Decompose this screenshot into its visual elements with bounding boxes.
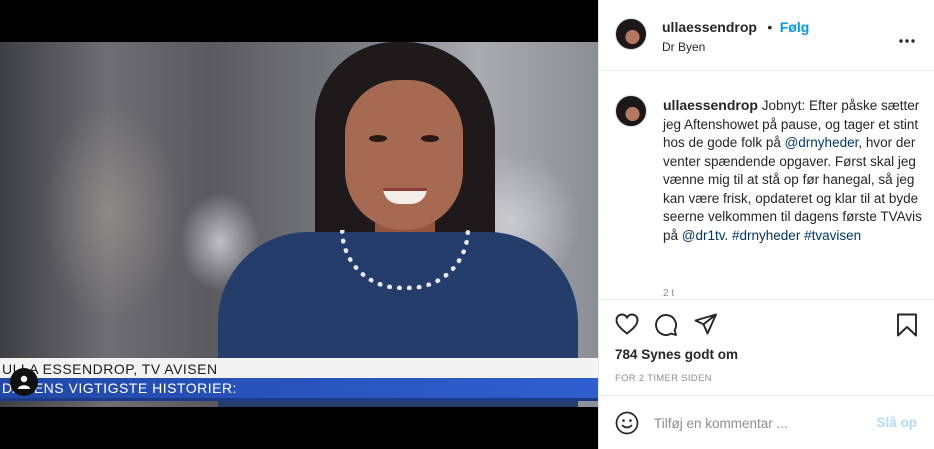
header-title: ullaessendrop • Følg xyxy=(662,19,809,37)
follow-button[interactable]: Følg xyxy=(780,19,810,35)
person-icon xyxy=(18,375,30,389)
bookmark-icon[interactable] xyxy=(896,313,918,342)
eye xyxy=(369,135,387,142)
comment-icon xyxy=(655,314,677,336)
post-comment-button[interactable]: Slå op xyxy=(876,415,917,430)
caption-text: . xyxy=(724,227,733,243)
eye xyxy=(421,135,439,142)
separator: • xyxy=(767,19,773,35)
caption-avatar[interactable] xyxy=(615,95,647,127)
lower-third-stripe xyxy=(0,398,598,401)
share-icon[interactable] xyxy=(694,313,718,340)
caption-username[interactable]: ullaessendrop xyxy=(663,97,758,113)
header-username[interactable]: ullaessendrop xyxy=(662,19,757,35)
post-photo xyxy=(0,42,598,407)
post-media[interactable]: ULLA ESSENDROP, TV AVISEN DAGENS VIGTIGS… xyxy=(0,0,598,449)
caption-age: 2 t xyxy=(663,288,675,296)
add-comment-section: Slå op xyxy=(599,395,934,449)
more-options-icon xyxy=(899,39,915,43)
hashtag-link[interactable]: #drnyheder xyxy=(732,228,800,243)
location-link[interactable]: Dr Byen xyxy=(662,40,705,54)
emoji-icon xyxy=(615,411,639,435)
like-count[interactable]: 784 Synes godt om xyxy=(615,347,738,362)
bookmark-icon xyxy=(897,313,917,337)
share-icon xyxy=(694,313,717,335)
caption-text: , hvor der venter spændende opgaver. Før… xyxy=(663,135,922,243)
mention-link[interactable]: @dr1tv xyxy=(682,228,725,243)
comment-input[interactable] xyxy=(654,413,854,433)
post-side-panel: ullaessendrop • Følg Dr Byen ullaessendr… xyxy=(598,0,934,449)
hashtag-link[interactable]: #tvavisen xyxy=(804,228,861,243)
instagram-post-modal: ULLA ESSENDROP, TV AVISEN DAGENS VIGTIGS… xyxy=(0,0,934,449)
smile xyxy=(383,188,427,204)
person-face xyxy=(345,80,463,230)
more-options-icon[interactable] xyxy=(898,28,916,49)
comment-icon[interactable] xyxy=(654,313,678,342)
post-timestamp: FOR 2 TIMER SIDEN xyxy=(615,373,712,384)
emoji-icon[interactable] xyxy=(615,411,639,440)
heart-icon[interactable] xyxy=(615,313,639,340)
avatar[interactable] xyxy=(615,18,647,50)
heart-icon xyxy=(615,313,639,335)
user-tag-icon[interactable] xyxy=(10,368,38,396)
mention-link[interactable]: @drnyheder xyxy=(785,135,859,150)
post-caption: ullaessendrop Jobnyt: Efter påske sætter… xyxy=(663,96,925,245)
background-blur xyxy=(40,102,180,322)
post-header: ullaessendrop • Følg Dr Byen xyxy=(599,0,934,71)
